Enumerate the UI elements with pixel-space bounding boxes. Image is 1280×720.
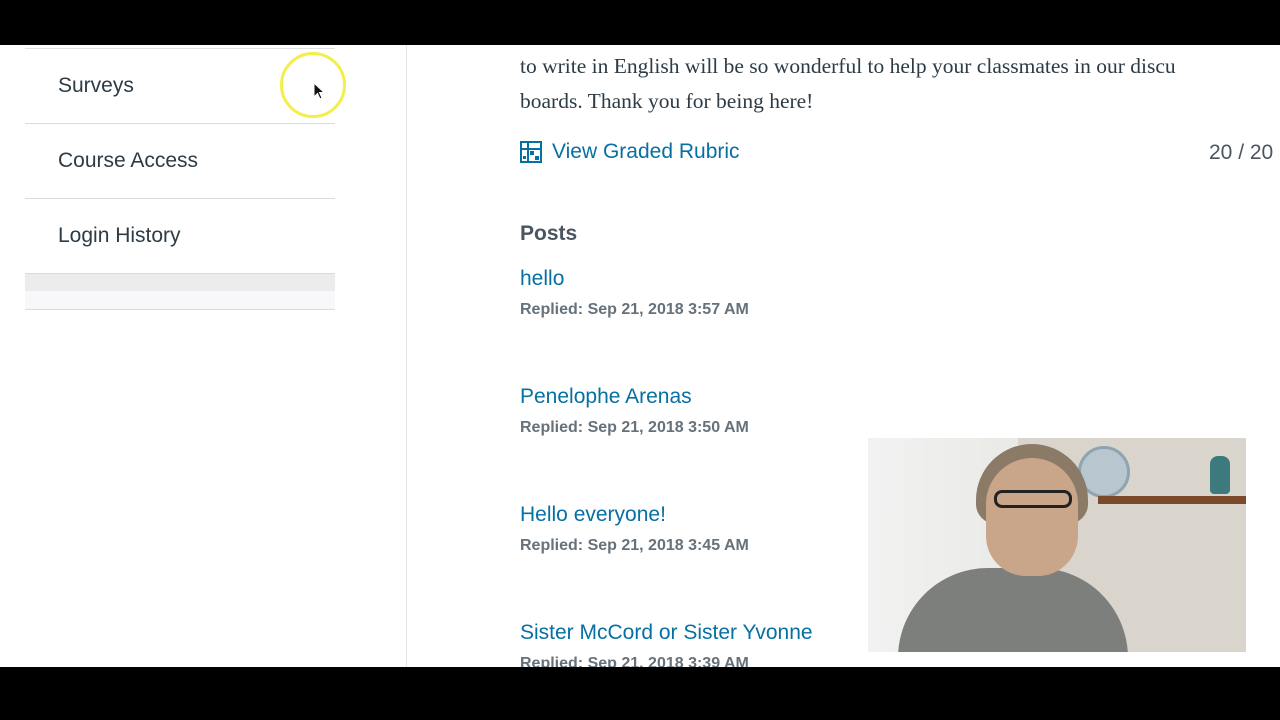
comment-line: boards. Thank you for being here!	[520, 89, 814, 113]
webcam-overlay	[868, 438, 1246, 652]
sidebar-placeholder-bar	[25, 291, 335, 310]
comment-line: to write in English will be so wonderful…	[520, 54, 1176, 78]
post-reply-date: Replied: Sep 21, 2018 3:57 AM	[520, 301, 749, 318]
sidebar-item-label: Surveys	[58, 74, 134, 97]
list-item: Sister McCord or Sister Yvonne Replied: …	[520, 621, 813, 667]
webcam-presenter	[986, 458, 1078, 576]
rubric-grid-icon	[520, 141, 542, 163]
submission-score: 20 / 20	[1209, 141, 1274, 164]
post-reply-date: Replied: Sep 21, 2018 3:50 AM	[520, 419, 749, 436]
post-title-link[interactable]: hello	[520, 267, 749, 291]
list-item: hello Replied: Sep 21, 2018 3:57 AM	[520, 267, 749, 319]
sidebar-item-course-access[interactable]: Course Access	[25, 124, 335, 199]
post-reply-date: Replied: Sep 21, 2018 3:45 AM	[520, 537, 749, 554]
rubric-link-label: View Graded Rubric	[552, 140, 740, 163]
course-sidebar: Surveys Course Access Login History	[0, 45, 407, 667]
video-letterbox-top	[0, 0, 1280, 45]
posts-heading: Posts	[520, 222, 578, 245]
browser-viewport: Surveys Course Access Login History to w…	[0, 45, 1280, 667]
submission-comment: to write in English will be so wonderful…	[520, 49, 1280, 119]
sidebar-placeholder-bar	[25, 274, 335, 291]
view-graded-rubric-link[interactable]: View Graded Rubric	[520, 140, 740, 164]
webcam-presenter	[994, 490, 1072, 508]
webcam-decor	[1210, 456, 1230, 494]
post-title-link[interactable]: Penelophe Arenas	[520, 385, 749, 409]
sidebar-item-login-history[interactable]: Login History	[25, 199, 335, 274]
sidebar-item-label: Login History	[58, 224, 181, 247]
sidebar-item-label: Course Access	[58, 149, 199, 172]
post-reply-date: Replied: Sep 21, 2018 3:39 AM	[520, 655, 749, 667]
webcam-decor	[1098, 496, 1246, 504]
list-item: Penelophe Arenas Replied: Sep 21, 2018 3…	[520, 385, 749, 437]
post-title-link[interactable]: Hello everyone!	[520, 503, 749, 527]
video-letterbox-bottom	[0, 667, 1280, 720]
list-item: Hello everyone! Replied: Sep 21, 2018 3:…	[520, 503, 749, 555]
mouse-pointer-icon	[313, 82, 325, 100]
post-title-link[interactable]: Sister McCord or Sister Yvonne	[520, 621, 813, 645]
